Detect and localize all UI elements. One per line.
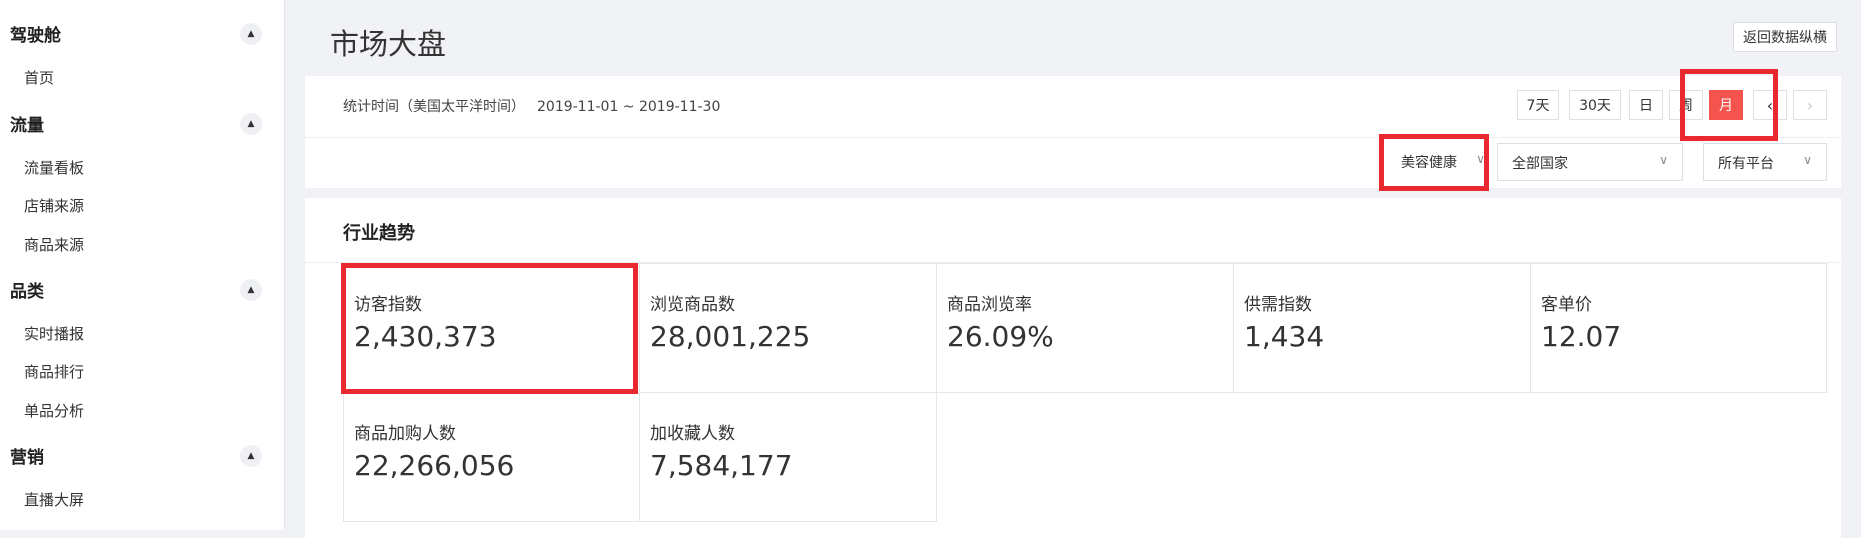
metric-label: 访客指数	[354, 295, 422, 315]
sidebar-section-marketing[interactable]: 营销 ▲	[0, 432, 284, 479]
period-day-button[interactable]: 日	[1629, 90, 1663, 120]
sidebar-item-home[interactable]: 首页	[24, 68, 54, 88]
sidebar-section-title: 流量	[10, 116, 44, 136]
sidebar-section-title: 驾驶舱	[10, 26, 61, 46]
metric-label: 浏览商品数	[650, 295, 735, 315]
period-7d-button[interactable]: 7天	[1517, 90, 1559, 120]
sidebar-section-title: 品类	[10, 282, 44, 302]
metric-browsed-products[interactable]: 浏览商品数 28,001,225	[639, 263, 937, 393]
chevron-down-icon: ∨	[1476, 152, 1485, 166]
prev-period-button[interactable]: ‹	[1753, 90, 1787, 120]
period-month-button[interactable]: 月	[1709, 90, 1743, 120]
metric-value: 1,434	[1244, 320, 1325, 353]
metric-value: 2,430,373	[354, 320, 497, 353]
sidebar-section-cockpit[interactable]: 驾驶舱 ▲	[0, 10, 284, 57]
metric-label: 加收藏人数	[650, 424, 735, 444]
metric-visitor-index[interactable]: 访客指数 2,430,373	[343, 263, 640, 393]
collapse-icon[interactable]: ▲	[240, 112, 262, 135]
date-range: 2019-11-01 ~ 2019-11-30	[537, 99, 721, 115]
category-select-value: 美容健康	[1401, 155, 1457, 171]
stat-time-label: 统计时间（美国太平洋时间）	[343, 99, 525, 115]
metric-value: 26.09%	[947, 320, 1054, 353]
sidebar-item-single-analysis[interactable]: 单品分析	[24, 401, 84, 421]
metric-label: 供需指数	[1244, 295, 1312, 315]
metric-avg-order-value[interactable]: 客单价 12.07	[1530, 263, 1827, 393]
section-title: 行业趋势	[343, 223, 415, 244]
period-30d-button[interactable]: 30天	[1569, 90, 1621, 120]
collapse-icon[interactable]: ▲	[240, 22, 262, 45]
metric-label: 商品加购人数	[354, 424, 456, 444]
collapse-icon[interactable]: ▲	[240, 444, 262, 467]
chevron-down-icon: ∨	[1659, 153, 1668, 167]
category-select[interactable]: 美容健康 ∨	[1385, 143, 1491, 181]
sidebar: 驾驶舱 ▲ 首页 流量 ▲ 流量看板 店铺来源 商品来源 品类 ▲ 实时播报 商…	[0, 0, 285, 530]
metric-label: 客单价	[1541, 295, 1592, 315]
sidebar-item-realtime[interactable]: 实时播报	[24, 324, 84, 344]
platform-select[interactable]: 所有平台 ∨	[1703, 143, 1827, 181]
country-select-value: 全部国家	[1512, 156, 1568, 172]
next-period-button[interactable]: ›	[1793, 90, 1827, 120]
sidebar-item-live-screen[interactable]: 直播大屏	[24, 490, 84, 510]
return-button[interactable]: 返回数据纵横	[1733, 22, 1837, 52]
metric-value: 7,584,177	[650, 449, 793, 482]
sidebar-item-store-source[interactable]: 店铺来源	[24, 196, 84, 216]
platform-select-value: 所有平台	[1718, 156, 1774, 172]
sidebar-item-product-source[interactable]: 商品来源	[24, 235, 84, 255]
sidebar-section-traffic[interactable]: 流量 ▲	[0, 100, 284, 147]
sidebar-section-title: 营销	[10, 448, 44, 468]
period-week-button[interactable]: 周	[1669, 90, 1703, 120]
metric-label: 商品浏览率	[947, 295, 1032, 315]
divider	[305, 137, 1841, 138]
metric-value: 12.07	[1541, 320, 1622, 353]
chevron-down-icon: ∨	[1803, 153, 1812, 167]
metric-favorites-users[interactable]: 加收藏人数 7,584,177	[639, 392, 937, 522]
sidebar-section-category[interactable]: 品类 ▲	[0, 266, 284, 313]
metric-browse-rate[interactable]: 商品浏览率 26.09%	[936, 263, 1234, 393]
metric-supply-demand-index[interactable]: 供需指数 1,434	[1233, 263, 1531, 393]
sidebar-item-product-ranking[interactable]: 商品排行	[24, 362, 84, 382]
metric-value: 28,001,225	[650, 320, 811, 353]
metric-value: 22,266,056	[354, 449, 515, 482]
collapse-icon[interactable]: ▲	[240, 278, 262, 301]
metric-add-to-cart-users[interactable]: 商品加购人数 22,266,056	[343, 392, 640, 522]
page-title: 市场大盘	[330, 27, 447, 61]
country-select[interactable]: 全部国家 ∨	[1497, 143, 1683, 181]
stat-time: 统计时间（美国太平洋时间） 2019-11-01 ~ 2019-11-30	[343, 96, 720, 116]
sidebar-item-traffic-board[interactable]: 流量看板	[24, 158, 84, 178]
